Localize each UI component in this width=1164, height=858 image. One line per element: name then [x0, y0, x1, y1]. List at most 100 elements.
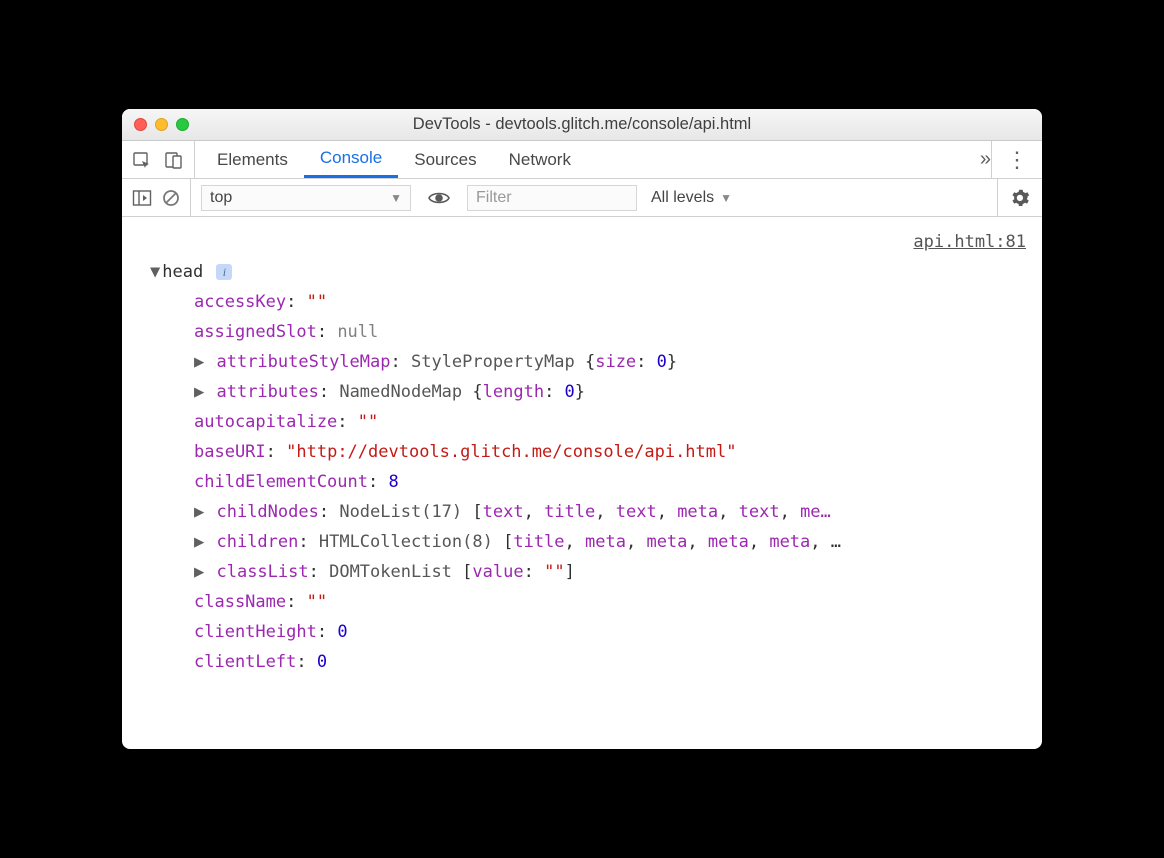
property-value-segment: text: [616, 502, 657, 522]
log-levels-label: All levels: [651, 189, 714, 207]
disclosure-triangle-icon[interactable]: ▶: [194, 382, 214, 402]
info-icon[interactable]: i: [216, 264, 232, 280]
property-value-segment: {: [472, 382, 482, 402]
context-selector-value: top: [210, 189, 232, 207]
property-value-segment: NodeList(17): [339, 502, 472, 522]
property-key: clientHeight: [194, 622, 317, 642]
inspect-icon[interactable]: [132, 150, 152, 170]
property-value-segment: "": [544, 562, 564, 582]
root-label: head: [162, 262, 203, 282]
device-toggle-icon[interactable]: [164, 150, 184, 170]
property-value: "": [307, 292, 327, 312]
filter-input[interactable]: Filter: [467, 185, 637, 211]
disclosure-triangle-icon[interactable]: ▶: [194, 352, 214, 372]
console-settings-button[interactable]: [997, 179, 1042, 216]
property-value-segment: value: [472, 562, 523, 582]
property-value-segment: meta: [769, 532, 810, 552]
property-row[interactable]: className: "": [150, 587, 1032, 617]
property-row[interactable]: ▶ children: HTMLCollection(8) [title, me…: [150, 527, 1032, 557]
property-value-segment: :: [544, 382, 564, 402]
property-value-segment: 0: [565, 382, 575, 402]
tabs-list: ElementsConsoleSourcesNetwork: [195, 141, 974, 178]
property-key: attributes: [216, 382, 318, 402]
property-value-segment: size: [595, 352, 636, 372]
property-key: childElementCount: [194, 472, 368, 492]
console-toolbar: top ▼ Filter All levels ▼: [122, 179, 1042, 217]
property-row[interactable]: childElementCount: 8: [150, 467, 1032, 497]
property-row[interactable]: autocapitalize: "": [150, 407, 1032, 437]
kebab-menu-button[interactable]: ⋮: [991, 141, 1042, 178]
property-value-segment: }: [667, 352, 677, 372]
property-value-segment: ,: [687, 532, 707, 552]
tabbar-tools: [122, 141, 195, 178]
property-value-segment: ,: [626, 532, 646, 552]
property-value: 0: [317, 652, 327, 672]
context-selector[interactable]: top ▼: [201, 185, 411, 211]
property-value-segment: DOMTokenList: [329, 562, 462, 582]
property-row[interactable]: ▶ childNodes: NodeList(17) [text, title,…: [150, 497, 1032, 527]
property-row[interactable]: assignedSlot: null: [150, 317, 1032, 347]
property-key: childNodes: [216, 502, 318, 522]
property-key: accessKey: [194, 292, 286, 312]
devtools-window: DevTools - devtools.glitch.me/console/ap…: [122, 109, 1042, 749]
object-root-row[interactable]: ▼head i: [150, 257, 1032, 287]
filter-placeholder: Filter: [476, 189, 512, 207]
property-value-segment: ,: [595, 502, 615, 522]
property-value-segment: ,: [780, 502, 800, 522]
source-link[interactable]: api.html:81: [913, 227, 1026, 257]
property-value-segment: me…: [800, 502, 831, 522]
kebab-icon: ⋮: [1006, 147, 1028, 173]
property-value-segment: ,: [657, 502, 677, 522]
property-value-segment: meta: [646, 532, 687, 552]
property-value-segment: [: [503, 532, 513, 552]
property-value-segment: :: [636, 352, 656, 372]
disclosure-triangle-icon[interactable]: ▶: [194, 532, 214, 552]
property-key: autocapitalize: [194, 412, 337, 432]
disclosure-triangle-icon[interactable]: ▶: [194, 562, 214, 582]
window-controls: [134, 118, 189, 131]
property-value-segment: meta: [708, 532, 749, 552]
more-tabs-button[interactable]: »: [974, 141, 991, 178]
property-row[interactable]: ▶ attributes: NamedNodeMap {length: 0}: [150, 377, 1032, 407]
disclosure-triangle-icon[interactable]: ▶: [194, 502, 214, 522]
property-value-segment: }: [575, 382, 585, 402]
property-value-segment: meta: [585, 532, 626, 552]
property-key: assignedSlot: [194, 322, 317, 342]
clear-console-icon[interactable]: [162, 189, 180, 207]
disclosure-triangle-open-icon[interactable]: ▼: [150, 262, 160, 282]
log-levels-selector[interactable]: All levels ▼: [647, 189, 736, 207]
window-titlebar: DevTools - devtools.glitch.me/console/ap…: [122, 109, 1042, 141]
property-value: "http://devtools.glitch.me/console/api.h…: [286, 442, 736, 462]
property-value-segment: length: [483, 382, 544, 402]
chevron-down-icon: ▼: [390, 191, 402, 205]
property-value-segment: ,: [565, 532, 585, 552]
minimize-window-button[interactable]: [155, 118, 168, 131]
property-value-segment: [: [472, 502, 482, 522]
property-value-segment: {: [585, 352, 595, 372]
property-value-segment: , …: [810, 532, 841, 552]
live-expression-icon[interactable]: [421, 190, 457, 206]
property-value: 8: [388, 472, 398, 492]
property-value-segment: ,: [524, 502, 544, 522]
tab-network[interactable]: Network: [493, 141, 587, 178]
maximize-window-button[interactable]: [176, 118, 189, 131]
close-window-button[interactable]: [134, 118, 147, 131]
property-value-segment: ,: [749, 532, 769, 552]
toggle-drawer-icon[interactable]: [132, 189, 152, 207]
property-value: 0: [337, 622, 347, 642]
property-row[interactable]: ▶ attributeStyleMap: StylePropertyMap {s…: [150, 347, 1032, 377]
property-row[interactable]: clientLeft: 0: [150, 647, 1032, 677]
property-row[interactable]: clientHeight: 0: [150, 617, 1032, 647]
console-output[interactable]: api.html:81 ▼head i accessKey: ""assigne…: [122, 217, 1042, 749]
property-row[interactable]: ▶ classList: DOMTokenList [value: ""]: [150, 557, 1032, 587]
tab-sources[interactable]: Sources: [398, 141, 492, 178]
property-row[interactable]: accessKey: "": [150, 287, 1032, 317]
property-value-segment: title: [544, 502, 595, 522]
property-value-segment: text: [483, 502, 524, 522]
property-value-segment: HTMLCollection(8): [319, 532, 503, 552]
tab-elements[interactable]: Elements: [201, 141, 304, 178]
property-row[interactable]: baseURI: "http://devtools.glitch.me/cons…: [150, 437, 1032, 467]
tab-console[interactable]: Console: [304, 141, 398, 178]
property-value-segment: :: [524, 562, 544, 582]
devtools-tabbar: ElementsConsoleSourcesNetwork » ⋮: [122, 141, 1042, 179]
